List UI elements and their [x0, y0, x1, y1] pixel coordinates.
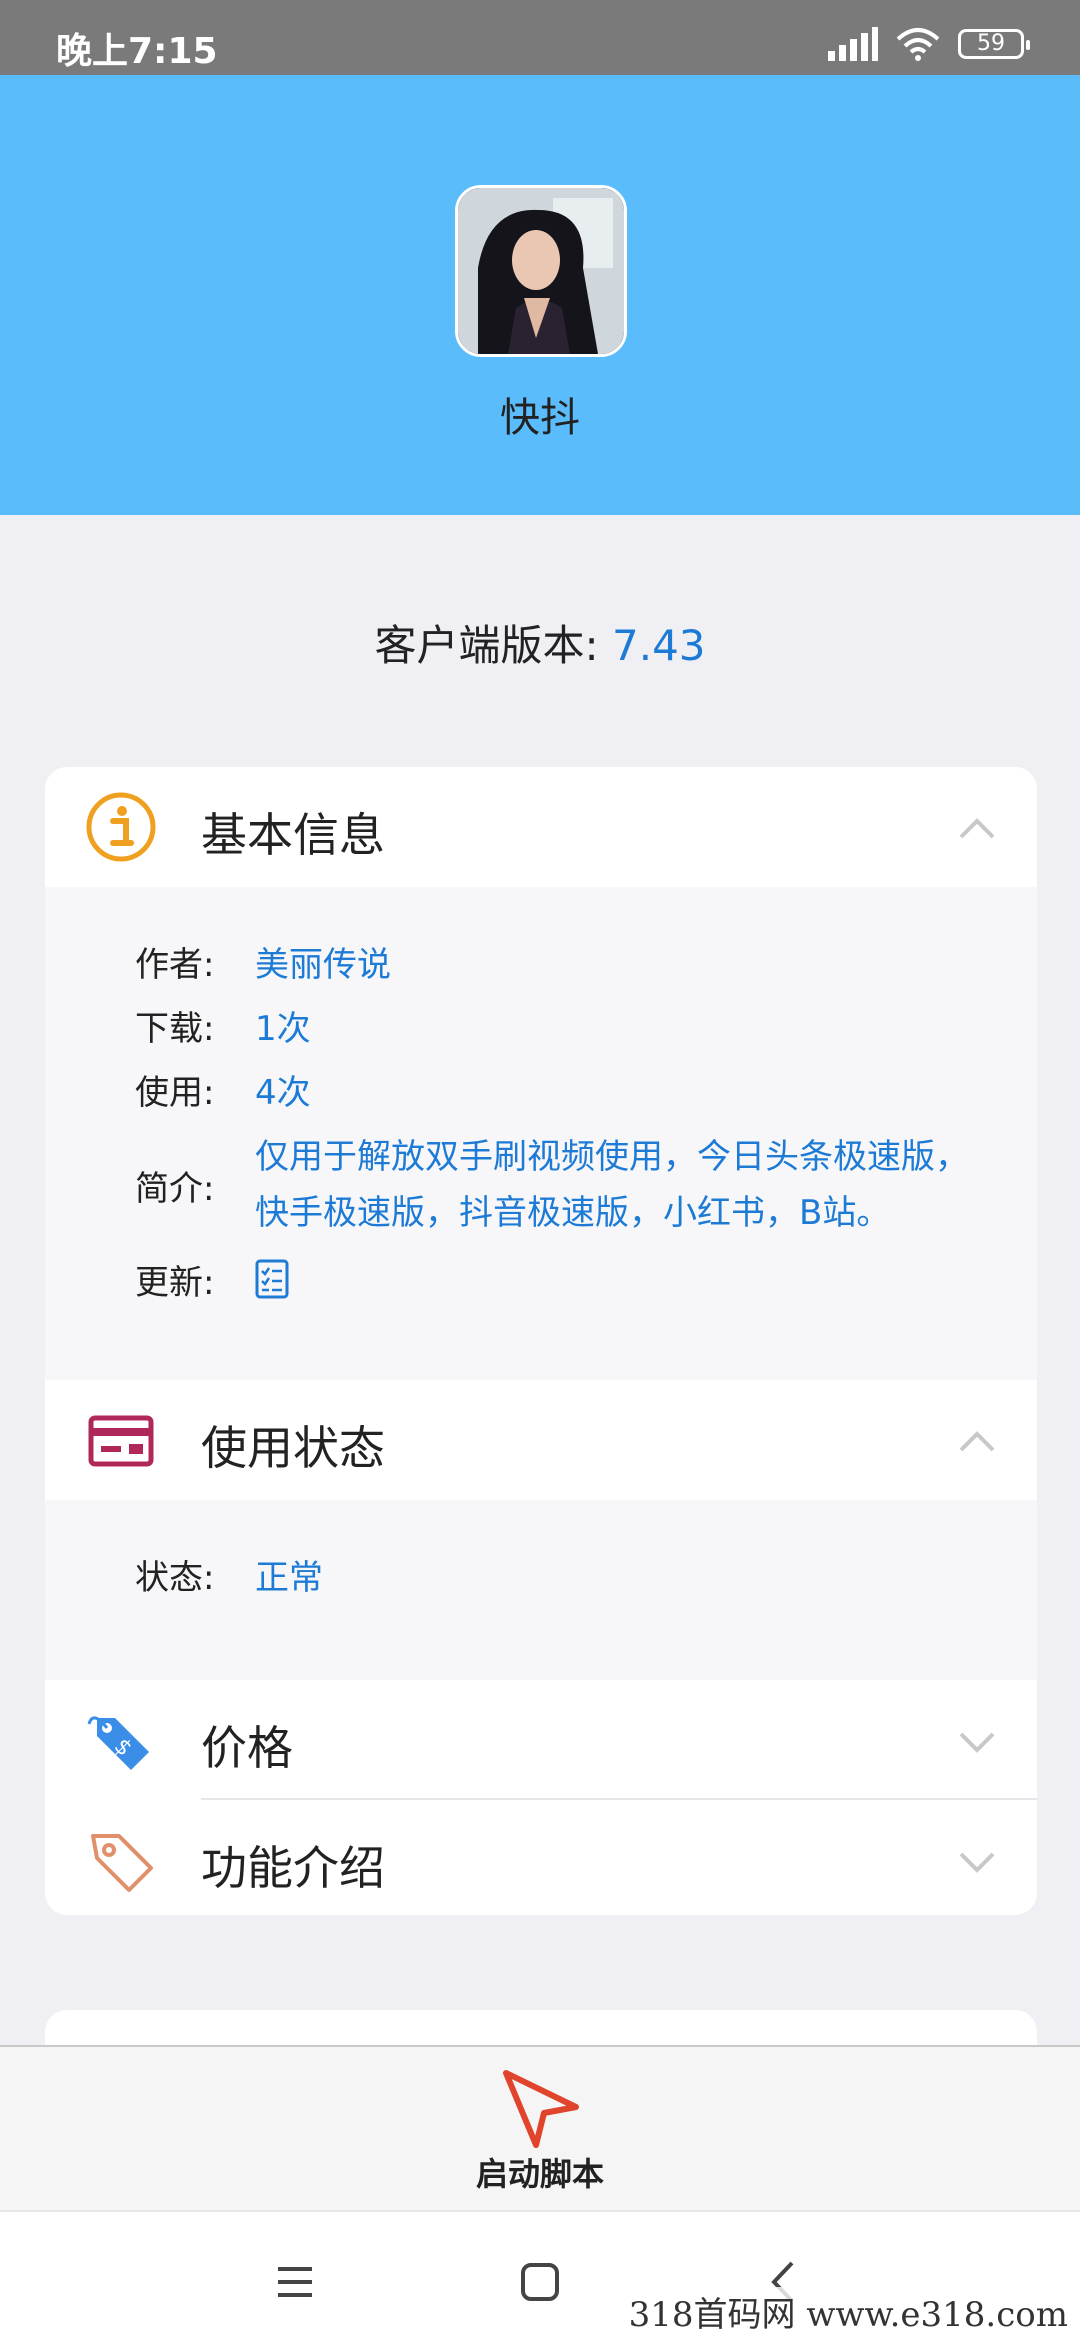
status-time: 晚上7:15 [56, 31, 218, 72]
uses-row: 使用: 4次 [135, 1065, 311, 1121]
tag-icon [91, 1834, 153, 1892]
app-header: 快抖 [0, 75, 1080, 515]
uses-value: 4次 [255, 1073, 311, 1113]
app-name: 快抖 [500, 395, 580, 441]
start-script-button[interactable]: 启动脚本 [440, 2047, 640, 2207]
battery-icon: 59 [958, 29, 1030, 59]
client-version: 客户端版本: 7.43 [0, 612, 1080, 673]
basic-info-body: 作者: 美丽传说 下载: 1次 使用: 4次 简介: 仅用于解放双手刷视频使用，… [45, 887, 1037, 1380]
status-icons: 59 [828, 26, 1030, 62]
intro-key: 简介: [135, 1168, 215, 1209]
price-header[interactable]: $ 价格 [45, 1680, 1037, 1800]
status-value: 正常 [255, 1558, 323, 1598]
price-title: 价格 [201, 1721, 293, 1775]
author-value[interactable]: 美丽传说 [255, 937, 391, 993]
changelog-icon[interactable] [255, 1259, 289, 1299]
bottom-action-bar: 启动脚本 [0, 2045, 1080, 2210]
chevron-up-icon[interactable] [957, 809, 997, 849]
usage-status-header[interactable]: 使用状态 [45, 1380, 1037, 1500]
status-bar: 晚上7:15 59 [0, 0, 1080, 75]
info-card: 基本信息 作者: 美丽传说 下载: 1次 使用: 4次 简介: 仅用于解放双手刷… [45, 767, 1037, 1915]
basic-info-header[interactable]: 基本信息 [45, 767, 1037, 887]
usage-status-body: 状态: 正常 [45, 1500, 1037, 1680]
author-row: 作者: 美丽传说 [135, 937, 391, 993]
usage-status-title: 使用状态 [201, 1421, 385, 1475]
home-icon[interactable] [515, 2257, 565, 2307]
card-icon [88, 1415, 154, 1467]
chevron-down-icon[interactable] [957, 1842, 997, 1882]
update-key: 更新: [135, 1263, 215, 1303]
chevron-up-icon[interactable] [957, 1422, 997, 1462]
version-value: 7.43 [612, 621, 706, 670]
watermark: 318首码网 www.e318.com [622, 2287, 1074, 2336]
author-key: 作者: [135, 945, 215, 985]
update-row: 更新: [135, 1255, 289, 1311]
price-tag-icon: $ [87, 1716, 149, 1770]
version-label: 客户端版本: [374, 621, 612, 670]
uses-key: 使用: [135, 1073, 215, 1113]
chevron-down-icon[interactable] [957, 1722, 997, 1762]
status-key: 状态: [135, 1558, 215, 1598]
user-avatar-photo-icon [458, 188, 624, 354]
menu-icon[interactable] [270, 2257, 320, 2307]
basic-info-title: 基本信息 [201, 808, 385, 862]
wifi-icon [896, 28, 940, 61]
downloads-row: 下载: 1次 [135, 1001, 311, 1057]
intro-value: 仅用于解放双手刷视频使用，今日头条极速版，快手极速版，抖音极速版，小红书，B站。 [255, 1137, 969, 1233]
features-title: 功能介绍 [201, 1841, 385, 1895]
intro-row: 简介: 仅用于解放双手刷视频使用，今日头条极速版，快手极速版，抖音极速版，小红书… [135, 1129, 1015, 1241]
start-script-label: 启动脚本 [475, 2155, 604, 2193]
status-row: 状态: 正常 [135, 1550, 323, 1606]
info-icon [86, 792, 156, 862]
features-header[interactable]: 功能介绍 [45, 1800, 1037, 1915]
cursor-arrow-icon [503, 2070, 579, 2148]
downloads-value: 1次 [255, 1009, 311, 1049]
signal-icon [828, 27, 878, 61]
app-avatar [455, 185, 627, 357]
downloads-key: 下载: [135, 1009, 215, 1049]
